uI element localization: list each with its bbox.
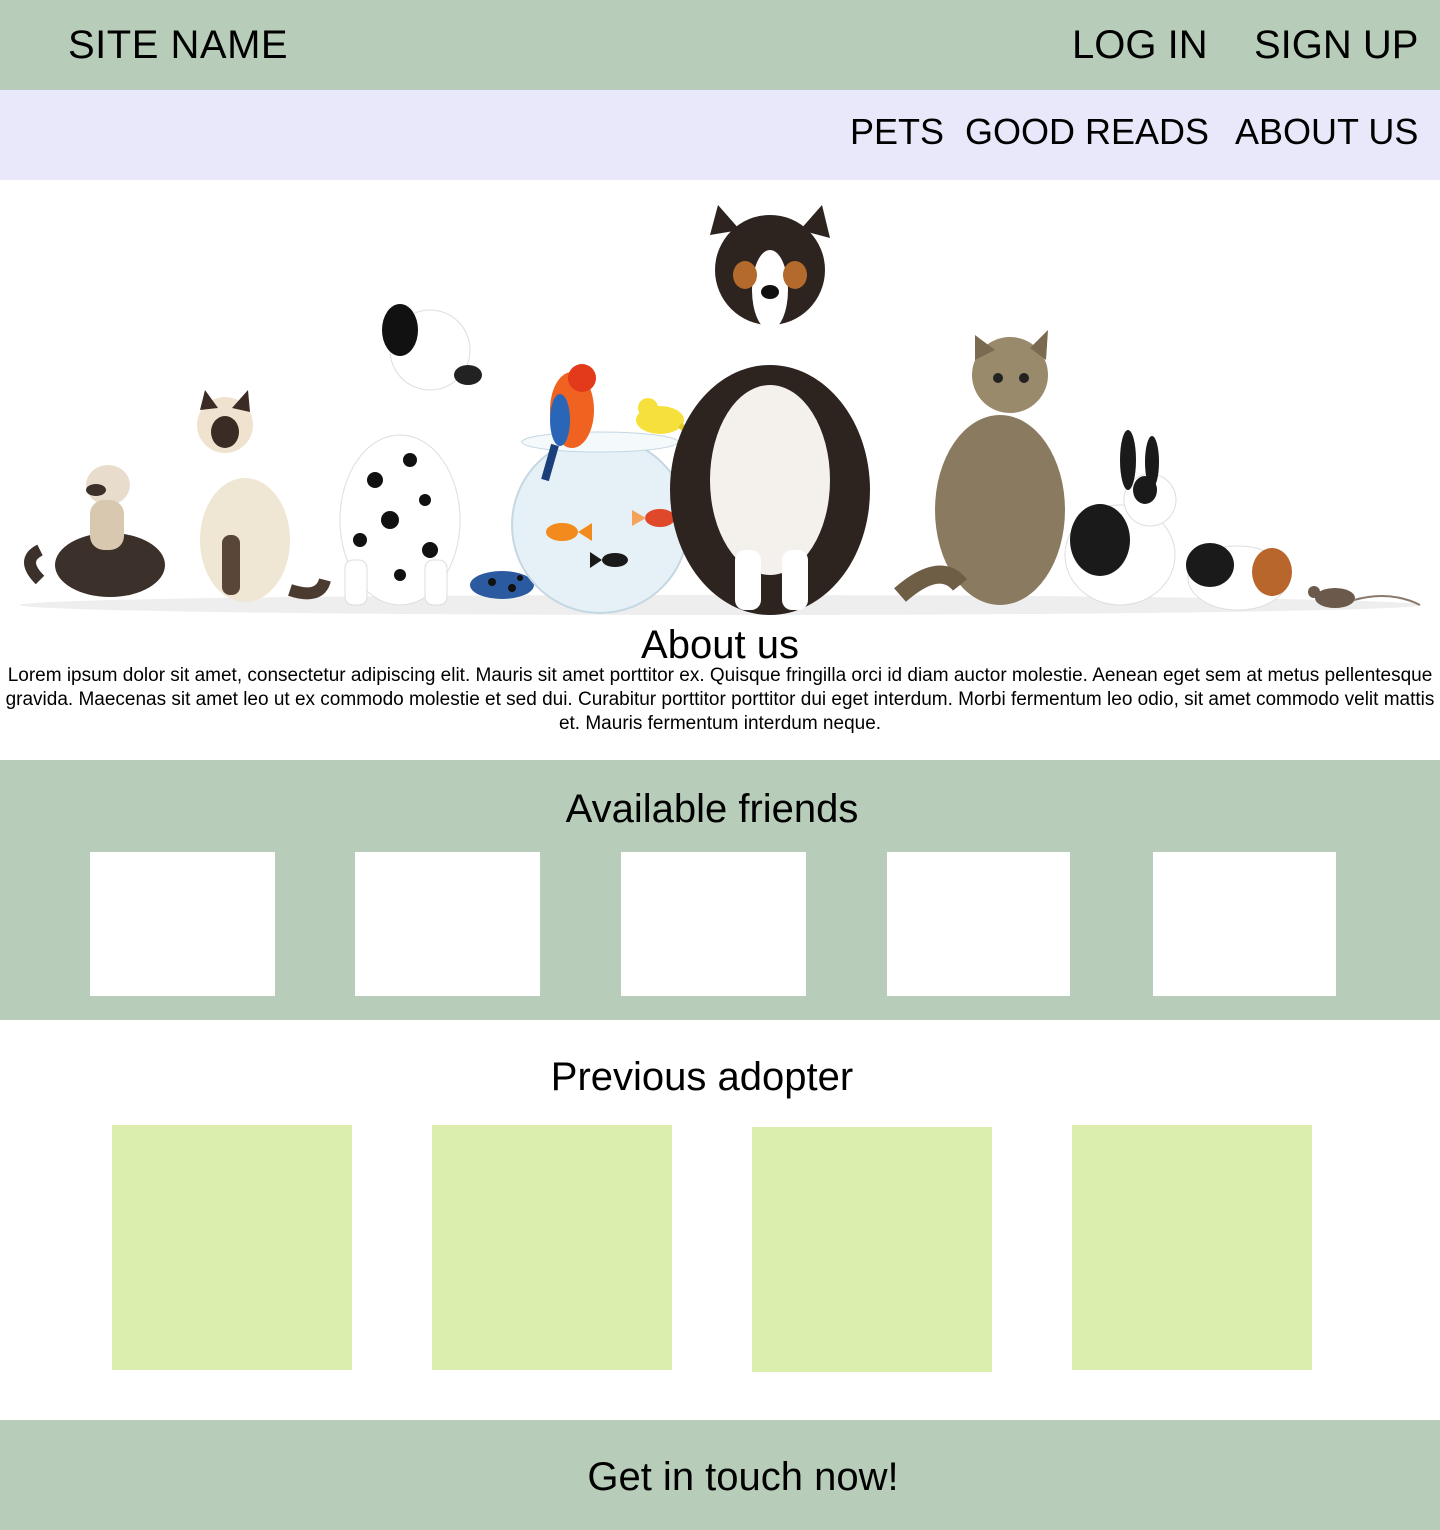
friend-card[interactable]	[621, 852, 806, 996]
nav-item-about-us[interactable]: ABOUT US	[1235, 110, 1418, 154]
ferret-figure	[24, 465, 165, 597]
login-button[interactable]: LOG IN	[1072, 22, 1208, 68]
rabbit-figure	[1064, 430, 1177, 606]
adopter-card[interactable]	[1072, 1125, 1312, 1370]
site-name[interactable]: SITE NAME	[68, 22, 288, 68]
collie-figure	[670, 205, 870, 615]
about-title: About us	[641, 623, 799, 667]
fishbowl-figure	[511, 431, 689, 614]
footer: Get in touch now!	[0, 1420, 1440, 1530]
available-friends-title: Available friends	[565, 787, 859, 831]
get-in-touch-link[interactable]: Get in touch now!	[0, 1454, 1440, 1500]
pets-illustration	[20, 205, 1421, 615]
adopter-card[interactable]	[752, 1127, 992, 1372]
adopter-card[interactable]	[432, 1125, 672, 1370]
nav-item-good-reads[interactable]: GOOD READS	[965, 110, 1209, 154]
main-nav: PETS GOOD READS ABOUT US	[0, 90, 1440, 180]
top-header: SITE NAME LOG IN SIGN UP	[0, 0, 1440, 90]
friend-card[interactable]	[1153, 852, 1336, 996]
hero-pets-image	[0, 180, 1440, 625]
previous-adopter-title: Previous adopter	[550, 1055, 854, 1099]
nav-item-pets[interactable]: PETS	[850, 110, 944, 154]
adopter-card[interactable]	[112, 1125, 352, 1370]
friend-card[interactable]	[355, 852, 540, 996]
frog-figure	[470, 571, 534, 599]
friend-card[interactable]	[90, 852, 275, 996]
about-text: Lorem ipsum dolor sit amet, consectetur …	[5, 665, 1435, 734]
tabby-cat-figure	[894, 330, 1065, 605]
friend-card[interactable]	[887, 852, 1070, 996]
dalmatian-figure	[339, 304, 482, 606]
signup-button[interactable]: SIGN UP	[1254, 22, 1418, 68]
available-friends-section: Available friends	[0, 760, 1440, 1020]
siamese-cat-figure	[197, 390, 331, 602]
